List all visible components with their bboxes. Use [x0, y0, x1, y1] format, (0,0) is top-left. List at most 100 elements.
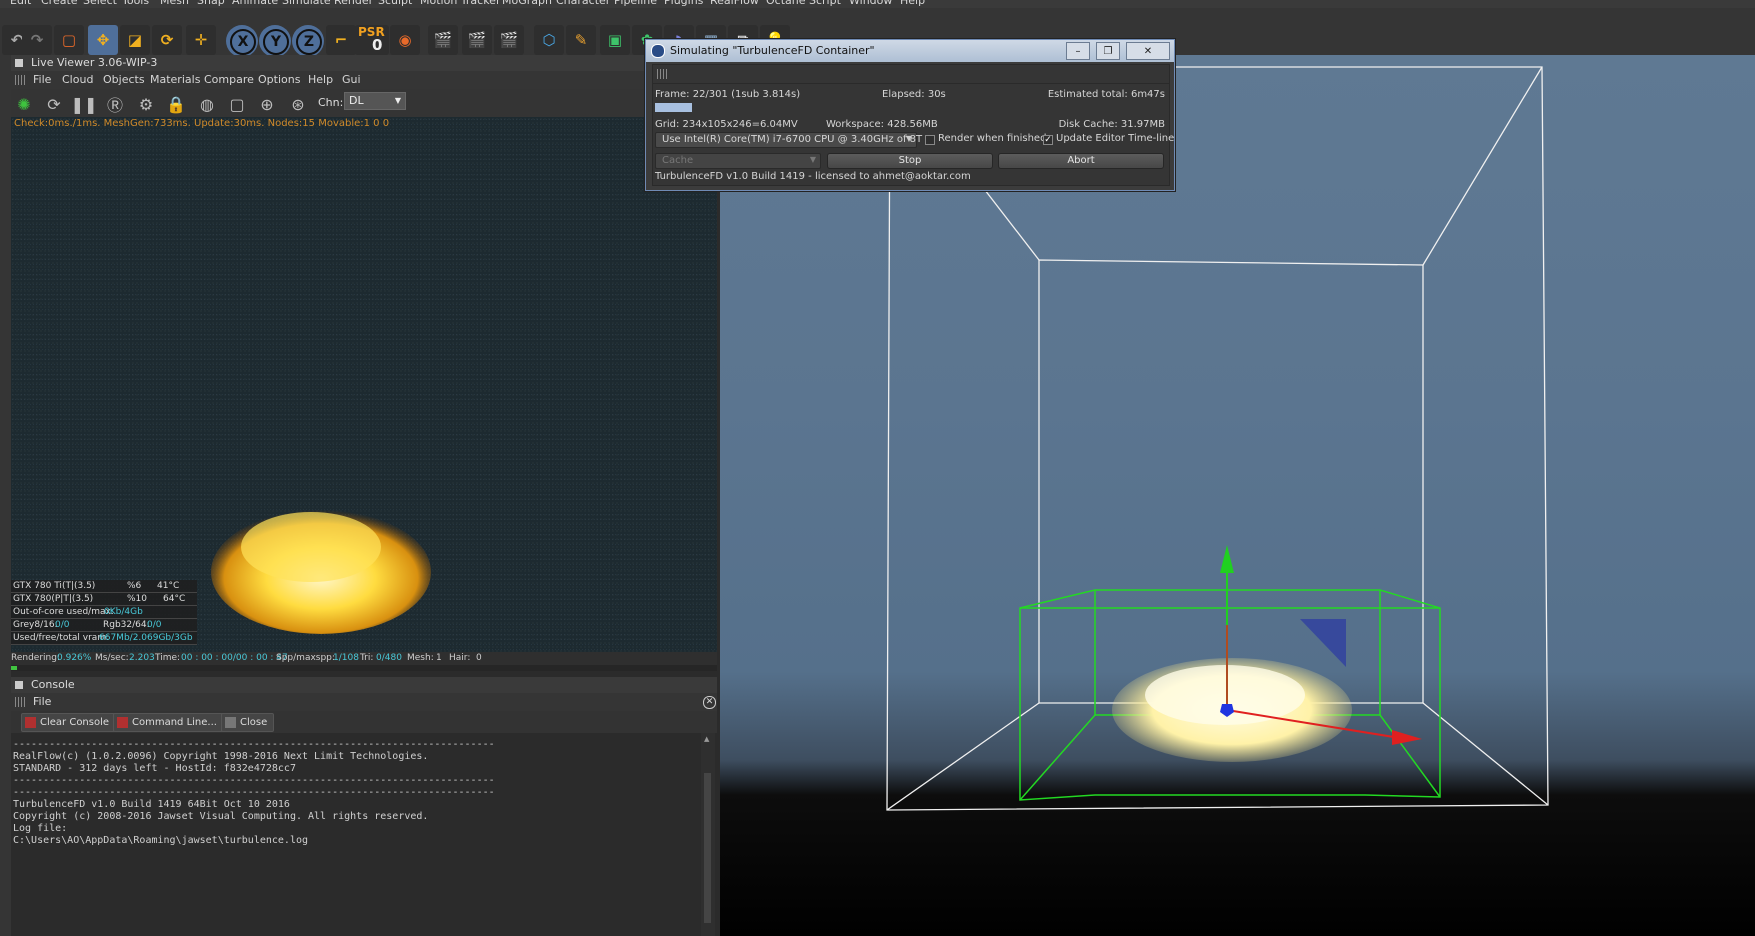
main-menu-item[interactable]: Window: [849, 0, 892, 7]
console-line: C:\Users\AO\AppData\Roaming\jawset\turbu…: [13, 835, 309, 846]
command-line-button[interactable]: Command Line...: [113, 713, 224, 732]
render-view-button[interactable]: 🎬: [428, 25, 458, 55]
main-menu-item[interactable]: Mesh: [160, 0, 189, 7]
channel-select[interactable]: DL ▼: [344, 92, 406, 110]
main-menu-item[interactable]: Character: [556, 0, 610, 7]
main-menu-item[interactable]: Sculpt: [378, 0, 412, 7]
console-line: ----------------------------------------…: [13, 775, 495, 786]
redo-button[interactable]: ↷: [22, 25, 52, 55]
cube-button[interactable]: ⬡: [534, 25, 564, 55]
dialog-titlebar[interactable]: Simulating "TurbulenceFD Container" – ❐ …: [646, 40, 1174, 62]
minimize-button[interactable]: –: [1066, 42, 1090, 60]
main-menu-item[interactable]: Tools: [122, 0, 149, 7]
live-viewer-render-area[interactable]: [11, 117, 717, 652]
maximize-button[interactable]: ❐: [1096, 42, 1120, 60]
main-menu-item[interactable]: Script: [809, 0, 841, 7]
menu-cloud[interactable]: Cloud: [62, 73, 93, 86]
restart-render-icon[interactable]: ⟳: [43, 93, 65, 115]
menu-grip-icon: [657, 69, 667, 79]
selection-tool-button[interactable]: ▢: [54, 25, 84, 55]
device-select[interactable]: Use Intel(R) Core(TM) i7-6700 CPU @ 3.40…: [655, 132, 922, 148]
rotate-icon: ⟳: [160, 31, 174, 49]
console-line: TurbulenceFD v1.0 Build 1419 64Bit Oct 1…: [13, 799, 290, 810]
region-render-icon[interactable]: Ⓡ: [104, 93, 126, 115]
close-window-button[interactable]: ✕: [1126, 42, 1170, 60]
y-axis-lock-button[interactable]: Y: [259, 25, 291, 57]
main-menu-item[interactable]: Create: [41, 0, 78, 7]
menu-help[interactable]: Help: [308, 73, 333, 86]
pen-tool-button[interactable]: ✎: [566, 25, 596, 55]
close-icon[interactable]: ✕: [703, 696, 716, 709]
live-viewer-menu: File Cloud Objects Materials Compare Opt…: [11, 71, 717, 89]
material-ball-icon[interactable]: ◍: [196, 93, 218, 115]
main-menu-item[interactable]: Octane: [766, 0, 806, 7]
frame-icon[interactable]: ▢: [226, 93, 248, 115]
z-axis-lock-button[interactable]: Z: [292, 25, 324, 57]
grid-size: Grid: 234x105x246=6.04MV: [655, 119, 798, 130]
main-menu-item[interactable]: Render: [334, 0, 373, 7]
live-viewer-title: Live Viewer 3.06-WIP-3: [31, 56, 158, 69]
vram-row: Used/free/total vram: 667Mb/2.069Gb/3Gb: [11, 632, 197, 645]
console-output[interactable]: ----------------------------------------…: [11, 733, 701, 936]
render-picture-viewer-button[interactable]: 🎬: [462, 25, 492, 55]
stop-button[interactable]: Stop: [827, 153, 993, 169]
pick-material-icon[interactable]: ⊛: [287, 93, 309, 115]
menu-options[interactable]: Options: [258, 73, 300, 86]
console-line: RealFlow(c) (1.0.2.0096) Copyright 1998-…: [13, 751, 429, 762]
subdivision-button[interactable]: ▣: [600, 25, 630, 55]
menu-compare[interactable]: Compare: [204, 73, 254, 86]
psr-button[interactable]: PSR 0: [355, 25, 389, 55]
main-menu-item[interactable]: MoGraph: [502, 0, 552, 7]
menu-grip-icon: [15, 75, 25, 85]
x-axis-lock-button[interactable]: X: [226, 25, 258, 57]
main-menu-item[interactable]: Motion Tracker: [420, 0, 500, 7]
move-tool-button[interactable]: ✥: [88, 25, 118, 55]
main-menu-item[interactable]: Select: [83, 0, 117, 7]
scrollbar-thumb[interactable]: [704, 773, 711, 923]
pick-focus-icon[interactable]: ⊕: [256, 93, 278, 115]
scroll-up-icon[interactable]: ▲: [704, 735, 709, 743]
out-of-core-row: Out-of-core used/max: 0Kb/4Gb: [11, 606, 197, 619]
close-console-button[interactable]: Close: [221, 713, 275, 732]
clear-console-button[interactable]: Clear Console: [21, 713, 117, 732]
main-menu-item[interactable]: Edit: [10, 0, 31, 7]
scale-tool-button[interactable]: ◪: [120, 25, 150, 55]
main-menu-item[interactable]: Plugins: [664, 0, 703, 7]
abort-button[interactable]: Abort: [998, 153, 1164, 169]
octane-logo-icon[interactable]: ✺: [13, 93, 35, 115]
main-menu-item[interactable]: Pipeline: [614, 0, 657, 7]
left-tool-strip: [0, 55, 11, 936]
console-scrollbar[interactable]: ▲: [701, 733, 715, 936]
gpu-stats-table: GTX 780 Ti(T|(3.5) %6 41°C GTX 780(P|T|(…: [11, 580, 197, 645]
close-square-icon: [225, 717, 236, 728]
transform-tool-button[interactable]: ✛: [186, 25, 216, 55]
menu-materials[interactable]: Materials: [150, 73, 200, 86]
menu-gui[interactable]: Gui: [342, 73, 361, 86]
live-viewer-toolbar: ✺ ⟳ ❚❚ Ⓡ ⚙ 🔒 ◍ ▢ ⊕ ⊛ Chn: DL ▼: [11, 89, 717, 117]
main-menu-item[interactable]: RealFlow: [710, 0, 759, 7]
main-menu-item[interactable]: Help: [900, 0, 925, 7]
estimated-total: Estimated total: 6m47s: [1047, 89, 1165, 100]
update-timeline-checkbox[interactable]: ✓: [1043, 135, 1053, 145]
main-menu-item[interactable]: Snap: [197, 0, 225, 7]
record-button[interactable]: ◉: [390, 25, 420, 55]
dialog-body: Frame: 22/301 (1sub 3.814s) Elapsed: 30s…: [652, 64, 1174, 186]
chevron-down-icon: ▼: [394, 96, 401, 105]
rotate-tool-button[interactable]: ⟳: [152, 25, 182, 55]
main-menu-item[interactable]: Animate: [232, 0, 278, 7]
panel-grip-icon[interactable]: [15, 59, 23, 67]
render-settings-button[interactable]: 🎬: [494, 25, 524, 55]
menu-file[interactable]: File: [33, 73, 51, 86]
pause-icon[interactable]: ❚❚: [71, 93, 98, 115]
cache-select[interactable]: Cache ▼: [655, 153, 821, 169]
menu-objects[interactable]: Objects: [103, 73, 145, 86]
console-menu-file[interactable]: File: [33, 695, 51, 708]
main-menu-item[interactable]: Simulate: [282, 0, 331, 7]
move-icon: ✥: [96, 31, 110, 49]
coordinate-system-button[interactable]: ⌐: [326, 25, 356, 55]
render-when-finished-checkbox[interactable]: [925, 135, 935, 145]
panel-grip-icon[interactable]: [15, 681, 23, 689]
settings-gear-icon[interactable]: ⚙: [135, 93, 157, 115]
render-when-finished-label: Render when finished: [938, 133, 1047, 144]
lock-icon[interactable]: 🔒: [165, 93, 187, 115]
